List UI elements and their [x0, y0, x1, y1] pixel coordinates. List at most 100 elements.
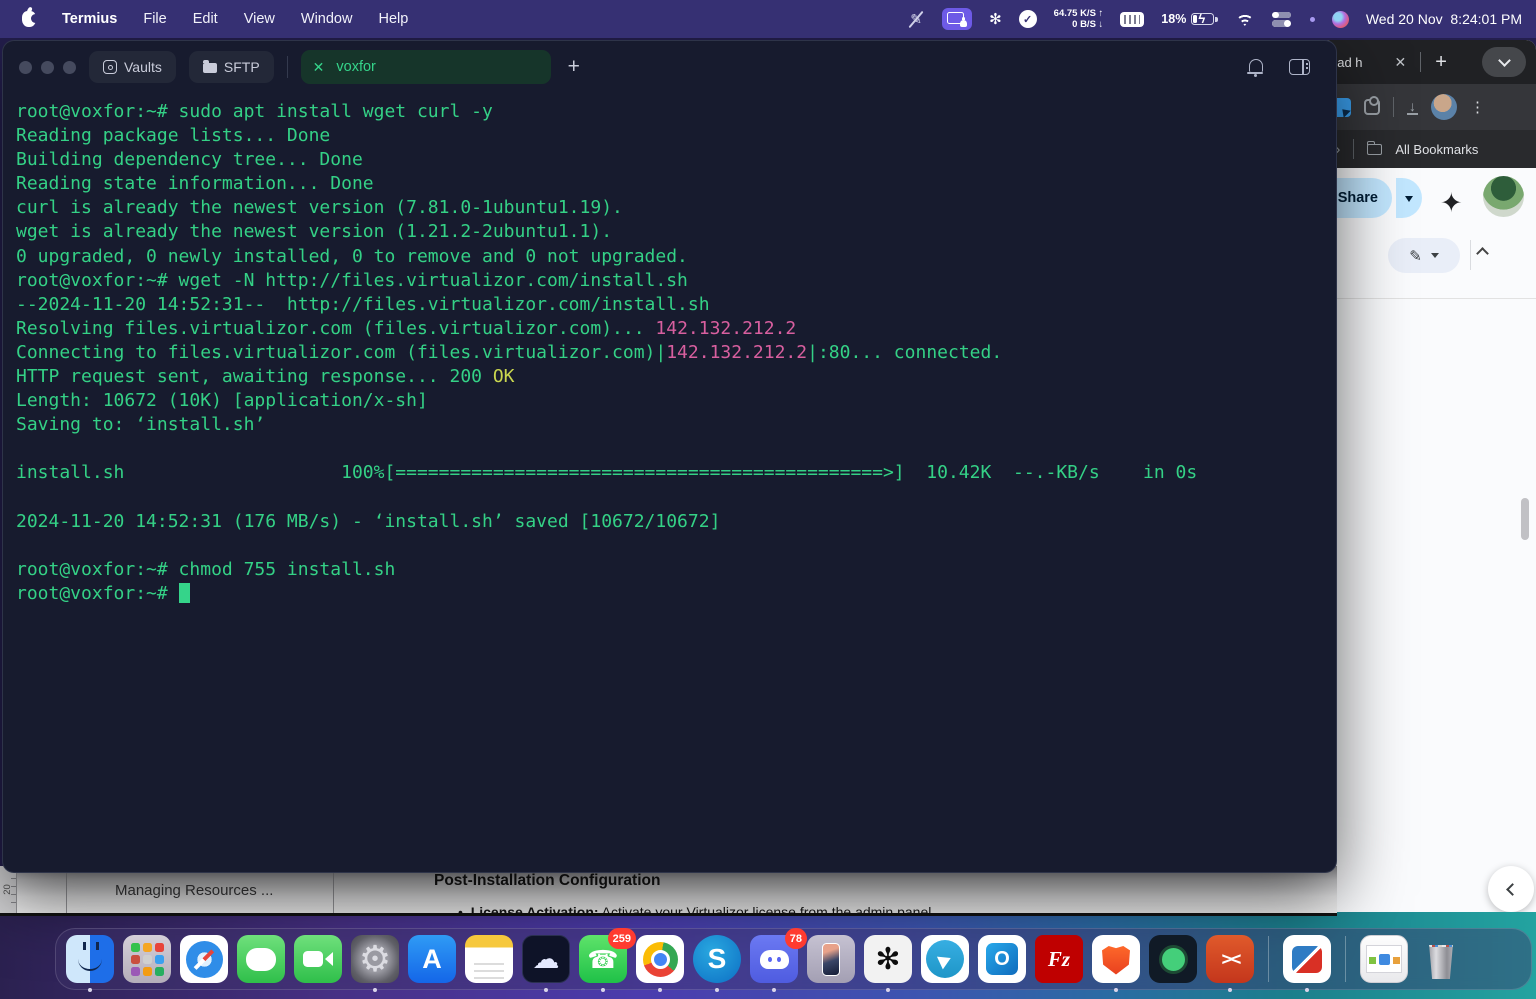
downloads-icon[interactable]: ↓	[1407, 100, 1418, 115]
tab-voxfor[interactable]: ✕ voxfor	[301, 50, 551, 84]
dock-launchpad[interactable]	[123, 935, 171, 983]
terminal-line: root@voxfor:~# chmod 755 install.sh	[16, 558, 1336, 582]
installer-icon	[1360, 935, 1408, 983]
pen-disabled-icon[interactable]: ✎	[907, 11, 925, 28]
dock-trash[interactable]	[1417, 935, 1465, 983]
dock-whatsapp[interactable]: ☎259	[579, 935, 627, 983]
editing-mode-button[interactable]: ✎	[1388, 238, 1460, 273]
dock-facetime[interactable]	[294, 935, 342, 983]
dock-telegram[interactable]	[921, 935, 969, 983]
notifications-bell-icon[interactable]	[1249, 59, 1263, 72]
dock-filezilla[interactable]: Fz	[1035, 935, 1083, 983]
extensions-icon[interactable]	[1364, 99, 1380, 115]
dock-chrome[interactable]	[636, 935, 684, 983]
dock-iphone[interactable]	[807, 935, 855, 983]
control-center-icon[interactable]	[1272, 12, 1293, 27]
browser-window: oad h ✕ + ↓ ⋮ » All Bookmarks Share ✦ ✎	[1320, 40, 1536, 912]
network-speed-indicator[interactable]: 64.75 K/S ↑0 B/S ↓	[1054, 8, 1104, 30]
messages-icon	[237, 935, 285, 983]
docs-page-strip[interactable]: 20 Managing Resources ... Post-Installat…	[0, 866, 1337, 916]
sftp-button[interactable]: SFTP	[189, 51, 274, 83]
vertical-ruler: 20	[0, 866, 17, 916]
collapse-toolbar-button[interactable]	[1478, 245, 1487, 263]
gemini-sparkle-icon[interactable]: ✦	[1440, 188, 1463, 219]
outlook-icon: O	[978, 935, 1026, 983]
window-close-button[interactable]	[19, 61, 32, 74]
dock-messages[interactable]	[237, 935, 285, 983]
status-dot-icon	[1310, 17, 1315, 22]
scrollbar-thumb[interactable]	[1521, 498, 1529, 540]
dock-vmware[interactable]	[1283, 935, 1331, 983]
wifi-icon[interactable]	[1235, 12, 1255, 26]
dock-notes[interactable]	[465, 935, 513, 983]
battery-indicator[interactable]: 18%	[1161, 12, 1218, 26]
dock-brave[interactable]	[1092, 935, 1140, 983]
dock-termius[interactable]: ☁	[522, 935, 570, 983]
new-terminal-tab-button[interactable]: +	[568, 55, 580, 79]
terminal-line	[16, 486, 1336, 510]
settings-icon: ⚙	[351, 935, 399, 983]
telegram-icon	[921, 935, 969, 983]
bookmarks-folder-icon[interactable]	[1367, 144, 1382, 155]
menu-clock[interactable]: Wed 20 Nov 8:24:01 PM	[1366, 11, 1522, 27]
menu-view[interactable]: View	[244, 11, 275, 27]
checkmark-status-icon[interactable]: ✓	[1019, 10, 1037, 28]
facetime-icon	[294, 935, 342, 983]
window-minimize-button[interactable]	[41, 61, 54, 74]
finder-icon	[66, 935, 114, 983]
camo-icon	[1149, 935, 1197, 983]
tab-close-icon[interactable]: ✕	[1395, 54, 1407, 71]
menu-edit[interactable]: Edit	[193, 11, 218, 27]
window-zoom-button[interactable]	[63, 61, 76, 74]
menu-help[interactable]: Help	[378, 11, 408, 27]
dock-camo[interactable]	[1149, 935, 1197, 983]
doc-heading: Post-Installation Configuration	[434, 872, 660, 890]
terminal-line: curl is already the newest version (7.81…	[16, 196, 1336, 220]
share-dropdown-button[interactable]	[1394, 178, 1422, 218]
dock-settings[interactable]: ⚙	[351, 935, 399, 983]
browser-profile-avatar[interactable]	[1431, 94, 1457, 120]
docs-account-avatar[interactable]	[1483, 176, 1524, 217]
all-bookmarks-label[interactable]: All Bookmarks	[1395, 142, 1478, 157]
siri-icon[interactable]	[1332, 11, 1349, 28]
chatgpt-menu-icon[interactable]: ✻	[989, 10, 1002, 28]
doc-cell-text: Managing Resources ...	[115, 882, 273, 899]
termius-window: Vaults SFTP ✕ voxfor + root@voxfor:~# su…	[2, 40, 1337, 873]
menu-file[interactable]: File	[143, 11, 166, 27]
side-panel-icon[interactable]	[1289, 59, 1310, 75]
terminal-line: Connecting to files.virtualizor.com (fil…	[16, 341, 1336, 365]
terminal-line: root@voxfor:~#	[16, 582, 1336, 606]
terminal-line	[16, 437, 1336, 461]
running-indicator	[88, 988, 92, 992]
browser-tab-strip: oad h ✕ +	[1320, 40, 1536, 84]
menu-window[interactable]: Window	[301, 11, 353, 27]
dock-outlook[interactable]: O	[978, 935, 1026, 983]
dock-windowsapp[interactable]: ><	[1206, 935, 1254, 983]
terminal-line: --2024-11-20 14:52:31-- http://files.vir…	[16, 293, 1336, 317]
notification-badge: 259	[608, 928, 636, 949]
browser-menu-icon[interactable]: ⋮	[1470, 98, 1486, 116]
termius-icon: ☁	[522, 935, 570, 983]
dock-skype[interactable]: S	[693, 935, 741, 983]
tab-search-button[interactable]	[1482, 47, 1526, 77]
back-float-button[interactable]	[1488, 866, 1534, 912]
folder-icon	[203, 63, 217, 73]
keyboard-icon[interactable]	[1120, 12, 1144, 27]
dock-finder[interactable]	[66, 935, 114, 983]
dock-discord[interactable]: 78	[750, 935, 798, 983]
tab-close-icon[interactable]: ✕	[313, 59, 325, 76]
terminal-output[interactable]: root@voxfor:~# sudo apt install wget cur…	[3, 93, 1336, 606]
dock-appstore[interactable]: A	[408, 935, 456, 983]
vaults-button[interactable]: Vaults	[89, 51, 176, 83]
menu-app-name[interactable]: Termius	[62, 11, 117, 27]
screen-mirroring-icon[interactable]	[942, 8, 972, 30]
apple-logo-icon[interactable]	[22, 11, 36, 27]
menu-bar: Termius File Edit View Window Help ✎ ✻ ✓…	[0, 0, 1536, 38]
dock-safari[interactable]	[180, 935, 228, 983]
dock-chatgpt[interactable]: ✻	[864, 935, 912, 983]
dock-installer[interactable]	[1360, 935, 1408, 983]
doc-bullet-line: • License Activation: Activate your Virt…	[458, 904, 931, 916]
chrome-icon	[636, 935, 684, 983]
new-tab-button[interactable]: +	[1435, 51, 1447, 74]
terminal-line: 0 upgraded, 0 newly installed, 0 to remo…	[16, 245, 1336, 269]
